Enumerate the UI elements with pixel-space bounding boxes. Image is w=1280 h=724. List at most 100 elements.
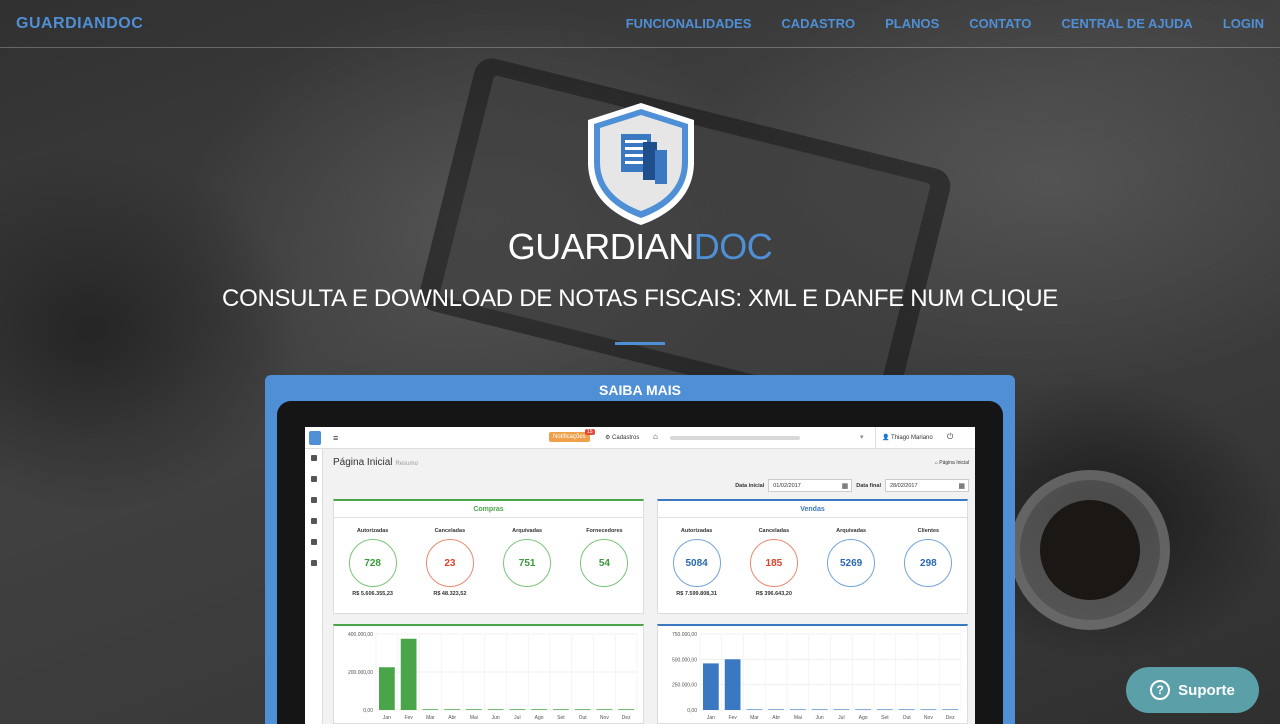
vendas-stat: Autorizadas 5084 R$ 7.599.808,31 <box>662 528 732 599</box>
page-title-text: Página Inicial <box>333 457 393 468</box>
user-name: Thiago Mariano <box>891 435 933 441</box>
nav-link-contato[interactable]: CONTATO <box>969 16 1031 31</box>
saiba-mais-label[interactable]: SAIBA MAIS <box>265 382 1015 398</box>
chart-bar <box>466 709 482 710</box>
x-tick-label: Abr <box>448 715 456 721</box>
stat-label: Arquivadas <box>512 528 543 534</box>
chart-bar <box>746 709 763 710</box>
x-tick-label: Ago <box>535 715 544 721</box>
chart-bar <box>942 709 958 710</box>
brand-logo[interactable]: GUARDIANDOC <box>16 15 143 33</box>
power-icon: ⏻ <box>947 432 954 441</box>
sidebar-settings-icon <box>310 539 317 545</box>
x-tick-label: Mar <box>426 715 435 721</box>
nav-link-planos[interactable]: PLANOS <box>885 16 939 31</box>
y-tick-label: 200.000,00 <box>348 670 373 676</box>
app-logo-icon <box>309 431 321 445</box>
suporte-label: Suporte <box>1178 681 1235 699</box>
suporte-button[interactable]: ? Suporte <box>1126 667 1259 713</box>
app-content: Página Inicial Resumo ⌂ Página Inicial Da… <box>323 449 975 724</box>
stat-circle: 185 <box>749 539 798 587</box>
stat-amount: R$ 7.599.808,31 <box>676 591 717 597</box>
monitor-frame: ≡ Notificações 15 ⚙ Cadastros ⌂ ▾ 👤 Thia… <box>277 401 1003 724</box>
vendas-title: Vendas <box>658 501 967 518</box>
x-tick-label: Fev <box>728 715 737 721</box>
x-tick-label: Fev <box>404 715 413 721</box>
top-navbar: GUARDIANDOC FUNCIONALIDADES CADASTRO PLA… <box>0 0 1280 48</box>
x-tick-label: Mai <box>794 715 802 721</box>
stat-amount <box>816 591 886 599</box>
y-tick-label: 750.000,00 <box>672 632 697 638</box>
stat-amount: R$ 5.606.355,23 <box>352 591 393 597</box>
x-tick-label: Jun <box>816 715 824 721</box>
vendas-stat: Clientes 298 <box>893 528 963 599</box>
chart-bar <box>790 709 806 710</box>
x-tick-label: Out <box>579 715 588 721</box>
x-tick-label: Set <box>557 715 565 721</box>
stat-circle: 23 <box>425 539 474 587</box>
y-tick-label: 500.000,00 <box>672 657 697 663</box>
y-tick-label: 0,00 <box>687 708 697 714</box>
chart-bar <box>811 709 828 710</box>
chart-bar <box>422 709 439 710</box>
compras-stat: Fornecedores 54 <box>569 528 639 599</box>
chart-bar <box>379 667 395 710</box>
date-start-label: Data inicial <box>735 482 765 489</box>
nav-link-login[interactable]: LOGIN <box>1223 16 1264 31</box>
saiba-mais-panel[interactable]: SAIBA MAIS ≡ Notificações 15 ⚙ Cadastros… <box>265 375 1015 724</box>
nav-link-cadastro[interactable]: CADASTRO <box>781 16 855 31</box>
compras-card: Compras Autorizadas 728 R$ 5.606.355,23 Can… <box>333 499 644 614</box>
hamburger-menu-icon: ≡ <box>333 433 339 443</box>
compras-stat: Canceladas 23 R$ 48.323,52 <box>415 528 485 599</box>
chart-bar <box>574 709 591 710</box>
chart-bar <box>877 709 893 710</box>
nav-menu: FUNCIONALIDADES CADASTRO PLANOS CONTATO … <box>626 16 1264 31</box>
cadastros-menu: ⚙ Cadastros <box>605 435 640 441</box>
x-tick-label: Nov <box>600 715 609 721</box>
user-menu: 👤 Thiago Mariano <box>875 427 939 449</box>
date-start-field: 01/02/2017 <box>768 479 853 492</box>
hero-divider <box>615 342 665 345</box>
chart-bar <box>400 638 417 710</box>
x-tick-label: Set <box>881 715 889 721</box>
chart-bar <box>724 659 741 710</box>
stat-label: Canceladas <box>434 528 466 534</box>
bank-icon: ⌂ <box>653 432 658 441</box>
stat-label: Autorizadas <box>680 528 713 534</box>
y-tick-label: 0,00 <box>363 708 373 714</box>
shield-logo-icon <box>588 103 694 225</box>
stat-amount <box>492 591 562 599</box>
sidebar-document-icon <box>310 497 317 503</box>
x-tick-label: Jun <box>492 715 500 721</box>
app-screenshot: ≡ Notificações 15 ⚙ Cadastros ⌂ ▾ 👤 Thia… <box>305 427 975 724</box>
stat-circle: 5269 <box>827 539 876 587</box>
stat-label: Clientes <box>917 528 940 534</box>
sidebar-mail-icon <box>310 518 317 524</box>
compras-title: Compras <box>334 501 643 518</box>
x-tick-label: Out <box>903 715 912 721</box>
chart-bar <box>531 709 547 710</box>
x-tick-label: Mar <box>750 715 759 721</box>
logo-wordmark: GUARDIANDOC <box>0 226 1280 268</box>
chart-bar <box>833 709 850 710</box>
stat-amount <box>893 591 963 599</box>
date-end-label: Data final <box>856 482 881 489</box>
nav-link-central-de-ajuda[interactable]: CENTRAL DE AJUDA <box>1061 16 1192 31</box>
app-topbar: ≡ Notificações 15 ⚙ Cadastros ⌂ ▾ 👤 Thia… <box>305 427 975 449</box>
cadastros-label: Cadastros <box>612 435 640 441</box>
stat-circle: 54 <box>580 539 629 587</box>
chart-bar <box>487 709 504 710</box>
chart-bar <box>898 709 915 710</box>
stat-circle: 751 <box>503 539 552 587</box>
x-tick-label: Dez <box>946 715 955 721</box>
sidebar-purchases-icon <box>310 476 317 482</box>
stat-amount: R$ 396.643,20 <box>755 591 792 597</box>
chart-bar <box>703 663 719 710</box>
x-tick-label: Jan <box>707 715 715 721</box>
hero-tagline: CONSULTA E DOWNLOAD DE NOTAS FISCAIS: XM… <box>222 285 1058 312</box>
y-tick-label: 250.000,00 <box>672 683 697 689</box>
stat-label: Autorizadas <box>356 528 389 534</box>
x-tick-label: Nov <box>924 715 933 721</box>
nav-link-funcionalidades[interactable]: FUNCIONALIDADES <box>626 16 752 31</box>
x-tick-label: Jan <box>383 715 391 721</box>
